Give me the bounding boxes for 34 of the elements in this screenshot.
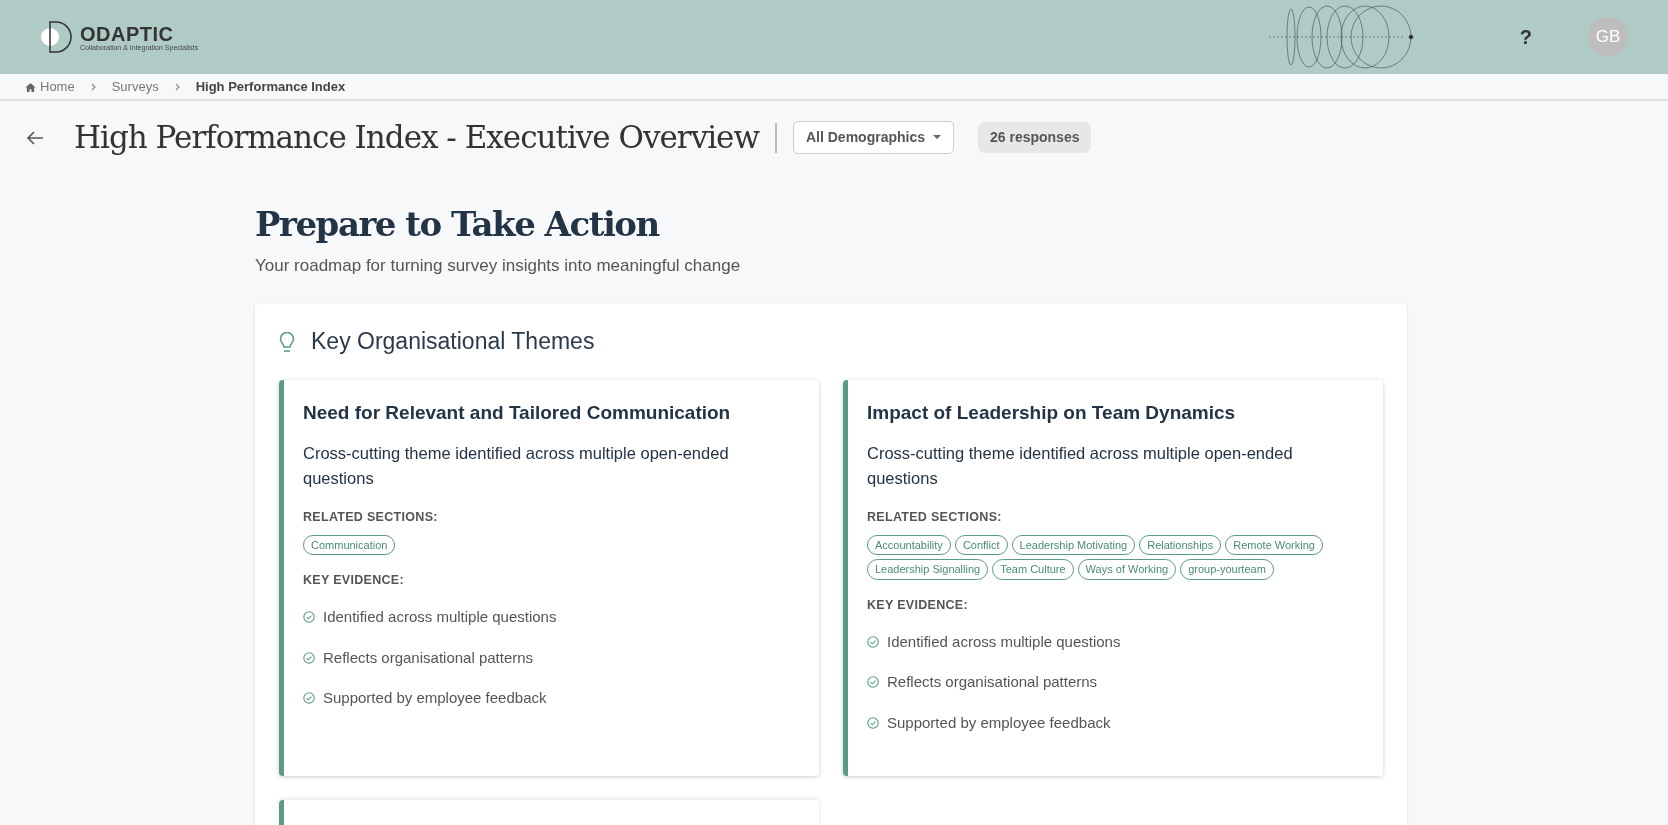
check-circle-icon [303, 651, 315, 664]
theme-title: Impact of Leadership on Team Dynamics [867, 402, 1237, 425]
theme-description: Cross-cutting theme identified across multiple open-ended questions [303, 442, 730, 490]
check-circle-icon [867, 635, 879, 648]
breadcrumb-link[interactable]: Surveys [111, 76, 159, 97]
evidence-item: Reflects organisational patterns [887, 672, 1098, 692]
evidence-item: Reflects organisational patterns [323, 647, 534, 668]
check-circle-icon [867, 676, 879, 689]
logo-text: ODAPTIC [80, 23, 175, 44]
response-count: 26 responses [978, 122, 1092, 154]
section-heading: Prepare to Take Action [255, 204, 661, 245]
theme-title: Need for Relevant and Tailored Communication [303, 402, 732, 425]
chevron-icon [174, 82, 180, 91]
breadcrumb-link[interactable]: Home [40, 76, 75, 97]
panel-title: Key Organisational Themes [311, 328, 595, 357]
evidence-item: Supported by employee feedback [323, 688, 547, 708]
lightbulb-icon [279, 330, 295, 355]
theme-description: Cross-cutting theme identified across multiple open-ended questions [867, 442, 1294, 490]
check-circle-icon [303, 692, 315, 705]
page-title: High Performance Index - Executive Overview [74, 119, 759, 157]
demographics-dropdown[interactable]: All Demographics [792, 121, 954, 155]
related-sections-label: RELATED SECTIONS: [867, 509, 1003, 526]
section-subtitle: Your roadmap for turning survey insights into meaningful change [255, 255, 742, 277]
evidence-item: Supported by employee feedback [887, 712, 1111, 733]
check-circle-icon [867, 716, 879, 729]
caret-icon [933, 135, 941, 141]
evidence-item: Identified across multiple questions [323, 607, 557, 627]
help-button[interactable]: ? [1513, 21, 1538, 53]
evidence-item: Identified across multiple questions [887, 631, 1121, 652]
key-evidence-label: KEY EVIDENCE: [303, 572, 405, 590]
key-evidence-label: KEY EVIDENCE: [867, 596, 969, 614]
related-sections-label: RELATED SECTIONS: [303, 509, 439, 526]
chevron-icon [90, 82, 96, 91]
check-circle-icon [303, 611, 315, 624]
